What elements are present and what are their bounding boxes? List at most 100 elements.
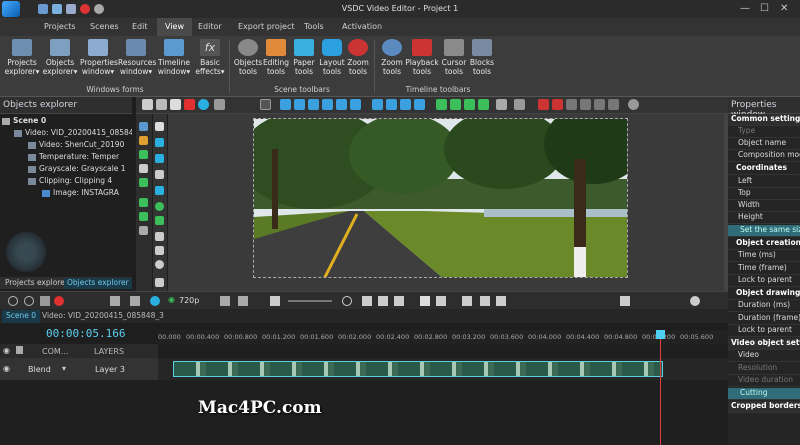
cutting-button[interactable]: Cutting: [728, 388, 800, 400]
add-icon[interactable]: [8, 296, 18, 306]
skip-start-icon[interactable]: [362, 296, 372, 306]
arrow-up-icon[interactable]: [436, 99, 447, 110]
tree-item-clipping[interactable]: Clipping: Clipping 4: [28, 176, 112, 185]
align-icon[interactable]: [386, 99, 397, 110]
prop-left[interactable]: Left: [728, 176, 800, 188]
video-preview[interactable]: [253, 118, 628, 278]
text-box-icon[interactable]: [155, 154, 164, 163]
prop-top[interactable]: Top: [728, 188, 800, 200]
timeline-window-button[interactable]: Timeline window▾: [156, 39, 192, 85]
marker-icon[interactable]: [496, 296, 506, 306]
properties-window-button[interactable]: Properties window▾: [80, 39, 118, 85]
prop-video-object-settings[interactable]: Video object settings: [728, 338, 800, 350]
ungroup-icon[interactable]: [514, 99, 525, 110]
frame-icon[interactable]: [608, 99, 619, 110]
prop-lock-to-parent[interactable]: Lock to parent: [728, 275, 800, 287]
prev-frame-icon[interactable]: [394, 296, 404, 306]
menu-scenes[interactable]: Scenes: [90, 22, 119, 31]
prop-object-drawing[interactable]: Object drawing: [728, 288, 800, 300]
lock-icon[interactable]: [16, 346, 23, 354]
next-frame-icon[interactable]: [436, 296, 446, 306]
chevron-down-icon[interactable]: ▾: [62, 364, 66, 373]
tree-item-temperature[interactable]: Temperature: Temper: [28, 152, 119, 161]
eye-icon[interactable]: ◉: [3, 364, 10, 373]
playhead-line[interactable]: [660, 330, 661, 445]
remove-icon[interactable]: [24, 296, 34, 306]
gear-icon[interactable]: [628, 99, 639, 110]
align-icon[interactable]: [372, 99, 383, 110]
prop-common-settings[interactable]: Common settings: [728, 114, 800, 126]
menu-tools[interactable]: Tools: [304, 22, 324, 31]
tree-item-video[interactable]: Video: VID_20200415_08584: [14, 128, 132, 137]
frame-icon[interactable]: [594, 99, 605, 110]
rewind-icon[interactable]: [378, 296, 388, 306]
menu-activation[interactable]: Activation: [342, 22, 382, 31]
cut-icon[interactable]: [130, 296, 140, 306]
cursor-icon[interactable]: [155, 122, 164, 131]
cut-icon[interactable]: [142, 99, 153, 110]
cut-icon[interactable]: [139, 164, 148, 173]
prop-time-ms[interactable]: Time (ms): [728, 250, 800, 262]
tab-scene-0[interactable]: Scene 0: [2, 310, 41, 323]
zoom-tools-button[interactable]: Zoom tools: [340, 39, 376, 85]
snap-icon[interactable]: [620, 296, 630, 306]
tab-objects-explorer[interactable]: Objects explorer: [64, 278, 132, 289]
frame-icon[interactable]: [566, 99, 577, 110]
align-icon[interactable]: [294, 99, 305, 110]
barcode-icon[interactable]: [155, 246, 164, 255]
preview-resolution[interactable]: 720p: [179, 296, 199, 305]
tree-item-scene[interactable]: Scene 0: [2, 116, 46, 125]
tree-item-grayscale[interactable]: Grayscale: Grayscale 1: [28, 164, 126, 173]
time-ruler[interactable]: 00.000 00:00.400 00:00.800 00:01.200 00:…: [158, 330, 728, 344]
prop-coordinates[interactable]: Coordinates: [728, 163, 800, 175]
tab-video-clip[interactable]: Video: VID_20200415_085848_3: [38, 310, 168, 323]
basic-effects-button[interactable]: fx Basic effects▾: [192, 39, 228, 85]
arrow-down-icon[interactable]: [478, 99, 489, 110]
image-icon[interactable]: [139, 150, 148, 159]
speech-icon[interactable]: [155, 260, 164, 269]
arrow-up-icon[interactable]: [464, 99, 475, 110]
prop-cropped-borders[interactable]: Cropped borders: [728, 401, 800, 413]
align-icon[interactable]: [400, 99, 411, 110]
tree-item-image[interactable]: Image: INSTAGRA: [42, 188, 119, 197]
align-icon[interactable]: [322, 99, 333, 110]
run-icon[interactable]: [139, 136, 148, 145]
rectangle-icon[interactable]: [155, 138, 164, 147]
volume-slider[interactable]: [288, 300, 332, 302]
resources-window-button[interactable]: Resources window▾: [118, 39, 156, 85]
ellipse-icon[interactable]: [155, 202, 164, 211]
chart-icon[interactable]: [139, 122, 148, 131]
tab-projects-explorer[interactable]: Projects explorer: [2, 278, 71, 289]
arrow-right-icon[interactable]: [155, 278, 164, 287]
align-icon[interactable]: [350, 99, 361, 110]
prop-duration-ms[interactable]: Duration (ms): [728, 300, 800, 312]
eye-icon[interactable]: ◉: [3, 346, 10, 355]
blend-mode-select[interactable]: Blend: [28, 365, 51, 374]
refresh-icon[interactable]: [198, 99, 209, 110]
timeline-empty-area[interactable]: [0, 380, 728, 445]
prop-width[interactable]: Width: [728, 200, 800, 212]
playhead-handle[interactable]: [656, 330, 665, 339]
objects-explorer-button[interactable]: Objects explorer▾: [42, 39, 78, 85]
menu-view[interactable]: View: [157, 18, 192, 36]
minimize-icon[interactable]: —: [740, 3, 750, 14]
move-icon[interactable]: [139, 226, 148, 235]
rectangle-icon[interactable]: [155, 186, 164, 195]
music-icon[interactable]: [139, 212, 148, 221]
redo-icon[interactable]: [214, 99, 225, 110]
menu-projects[interactable]: Projects: [44, 22, 76, 31]
crop-icon[interactable]: [538, 99, 549, 110]
paste-icon[interactable]: [170, 99, 181, 110]
record-icon[interactable]: [54, 296, 64, 306]
set-same-size-button[interactable]: Set the same size: [728, 225, 800, 237]
grid-icon[interactable]: [260, 99, 271, 110]
group-icon[interactable]: [496, 99, 507, 110]
align-icon[interactable]: [336, 99, 347, 110]
blocks-tools-button[interactable]: Blocks tools: [464, 39, 500, 85]
video-icon[interactable]: [139, 178, 148, 187]
frame-icon[interactable]: [552, 99, 563, 110]
close-icon[interactable]: ✕: [780, 3, 788, 14]
refresh-icon[interactable]: [150, 296, 160, 306]
volume-icon[interactable]: [270, 296, 280, 306]
frame-icon[interactable]: [580, 99, 591, 110]
